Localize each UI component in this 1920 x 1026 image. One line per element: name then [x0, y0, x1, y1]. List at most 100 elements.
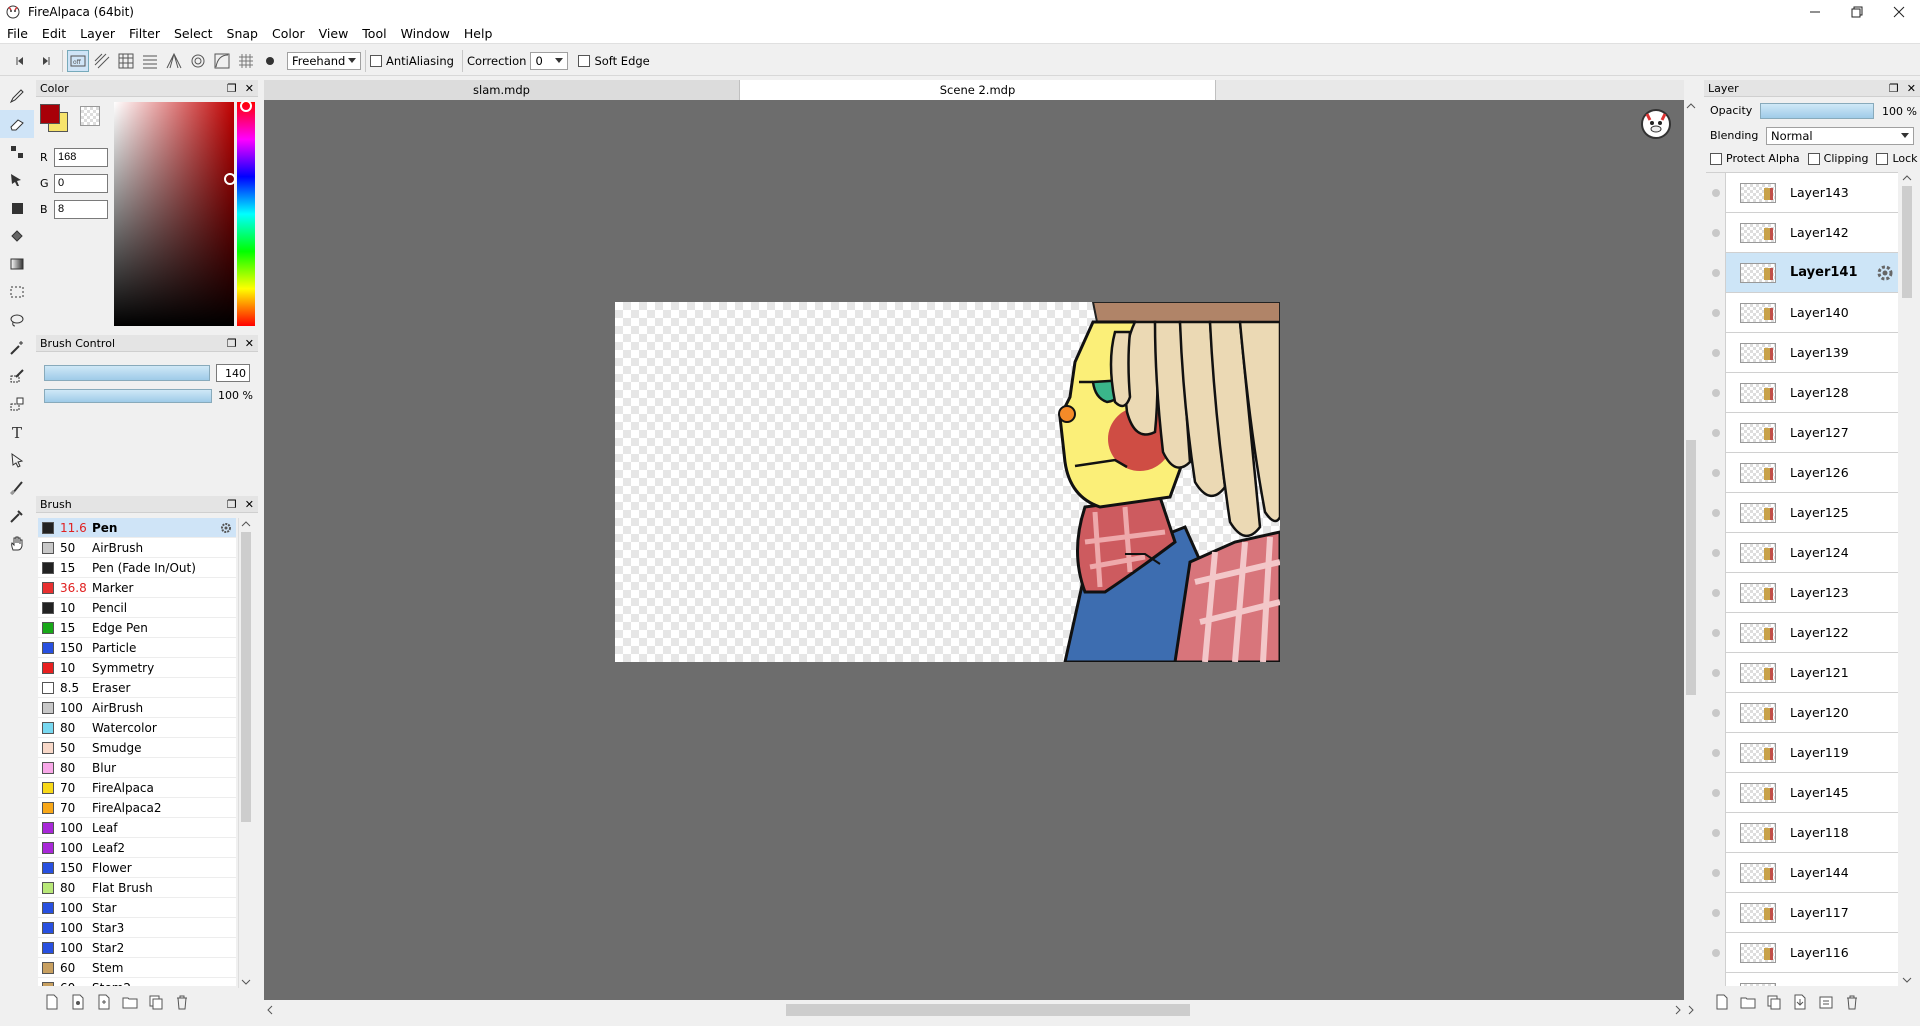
bucket-tool-icon[interactable]	[0, 222, 34, 250]
menu-window[interactable]: Window	[394, 26, 457, 41]
restore-button[interactable]	[1836, 0, 1878, 24]
saturation-value-picker[interactable]	[114, 102, 234, 326]
brush-item[interactable]: 150 Flower	[38, 858, 236, 878]
canvas-horizontal-scrollbar[interactable]	[264, 1000, 1684, 1020]
snap-parallel-icon[interactable]	[91, 50, 113, 72]
visibility-icon[interactable]	[1706, 212, 1726, 253]
divide-tool-icon[interactable]	[0, 474, 34, 502]
brush-list-scrollbar[interactable]	[238, 518, 252, 988]
close-icon[interactable]: ✕	[245, 337, 254, 350]
visibility-icon[interactable]	[1706, 292, 1726, 333]
brush-item[interactable]: 100 AirBrush	[38, 698, 236, 718]
scroll-right-icon[interactable]	[1672, 1000, 1684, 1020]
magic-wand-tool-icon[interactable]	[0, 334, 34, 362]
layer-row[interactable]: Layer124	[1706, 532, 1898, 573]
brush-size-slider[interactable]	[44, 365, 210, 381]
layer-row[interactable]: Layer120	[1706, 692, 1898, 733]
menu-snap[interactable]: Snap	[220, 26, 265, 41]
layer-row[interactable]: Layer117	[1706, 892, 1898, 933]
close-button[interactable]	[1878, 0, 1920, 24]
brush-item[interactable]: 10 Pencil	[38, 598, 236, 618]
layer-row[interactable]: Layer126	[1706, 452, 1898, 493]
hue-handle-icon[interactable]	[237, 100, 255, 114]
brush-item[interactable]: 10 Symmetry	[38, 658, 236, 678]
visibility-icon[interactable]	[1706, 332, 1726, 373]
brush-item[interactable]: 15 Pen (Fade In/Out)	[38, 558, 236, 578]
snap-lines-icon[interactable]	[139, 50, 161, 72]
menu-layer[interactable]: Layer	[73, 26, 122, 41]
undo-icon[interactable]	[10, 50, 32, 72]
gear-icon[interactable]	[220, 522, 232, 534]
brush-item[interactable]: 60 Stem	[38, 958, 236, 978]
canvas-vertical-scrollbar[interactable]	[1684, 100, 1698, 990]
gradient-tool-icon[interactable]	[0, 250, 34, 278]
move-tool-icon[interactable]	[0, 166, 34, 194]
transparent-color-swatch[interactable]	[80, 106, 100, 126]
document-canvas[interactable]	[615, 302, 1280, 662]
layer-row[interactable]: Layer121	[1706, 652, 1898, 693]
merge-down-icon[interactable]	[1792, 994, 1808, 1010]
visibility-icon[interactable]	[1706, 652, 1726, 693]
layer-row[interactable]: Layer142	[1706, 212, 1898, 253]
scroll-thumb[interactable]	[1902, 186, 1912, 298]
brush-settings-icon[interactable]	[70, 994, 86, 1010]
close-icon[interactable]: ✕	[245, 498, 254, 511]
snap-off-icon[interactable]: off	[67, 49, 89, 72]
scroll-down-icon[interactable]	[239, 976, 253, 988]
protect-alpha-checkbox[interactable]	[1710, 152, 1722, 165]
snap-concentric-icon[interactable]	[187, 50, 209, 72]
scroll-thumb[interactable]	[1686, 440, 1696, 695]
brush-item[interactable]: 50 Smudge	[38, 738, 236, 758]
visibility-icon[interactable]	[1706, 612, 1726, 653]
fill-tool-icon[interactable]	[0, 194, 34, 222]
layer-opacity-slider[interactable]	[1760, 103, 1874, 119]
draw-mode-dropdown[interactable]: Freehand	[287, 51, 361, 70]
layer-row[interactable]: Layer122	[1706, 612, 1898, 653]
scroll-up-icon[interactable]	[1684, 100, 1698, 112]
layer-row[interactable]: Layer123	[1706, 572, 1898, 613]
brush-item[interactable]: 36.8 Marker	[38, 578, 236, 598]
primary-color-swatch[interactable]	[40, 104, 60, 124]
scroll-thumb[interactable]	[241, 532, 251, 822]
eyedropper-tool-icon[interactable]	[0, 502, 34, 530]
scroll-up-icon[interactable]	[239, 518, 253, 530]
brush-item[interactable]: 11.6 Pen	[38, 518, 236, 538]
layer-row[interactable]: Layer141	[1706, 252, 1898, 293]
b-input[interactable]	[54, 199, 108, 219]
scroll-thumb[interactable]	[786, 1004, 1190, 1016]
layer-row[interactable]: Layer116	[1706, 932, 1898, 973]
snap-3d-icon[interactable]	[235, 50, 257, 72]
hand-tool-icon[interactable]	[0, 530, 34, 558]
menu-file[interactable]: File	[0, 26, 35, 41]
layer-row[interactable]: Layer118	[1706, 812, 1898, 853]
snap-perspective-icon[interactable]	[163, 50, 185, 72]
scroll-down-icon[interactable]	[1900, 974, 1914, 986]
soft-edge-checkbox[interactable]	[578, 54, 591, 67]
visibility-icon[interactable]	[1706, 572, 1726, 613]
operation-tool-icon[interactable]	[0, 446, 34, 474]
visibility-icon[interactable]	[1706, 492, 1726, 533]
visibility-icon[interactable]	[1706, 252, 1726, 293]
g-input[interactable]	[54, 173, 108, 193]
lasso-tool-icon[interactable]	[0, 306, 34, 334]
scroll-up-icon[interactable]	[1900, 172, 1914, 184]
redo-icon[interactable]	[34, 50, 56, 72]
brush-opacity-slider[interactable]	[44, 389, 212, 403]
duplicate-brush-icon[interactable]	[96, 994, 112, 1010]
folder-icon[interactable]	[122, 994, 138, 1010]
visibility-icon[interactable]	[1706, 892, 1726, 933]
layer-row[interactable]: Layer128	[1706, 372, 1898, 413]
select-pen-tool-icon[interactable]	[0, 362, 34, 390]
brush-item[interactable]: 50 AirBrush	[38, 538, 236, 558]
new-layer-icon[interactable]	[1714, 994, 1730, 1010]
layer-row[interactable]: Layer145	[1706, 772, 1898, 813]
visibility-icon[interactable]	[1706, 852, 1726, 893]
hue-slider[interactable]	[237, 102, 255, 326]
lock-checkbox[interactable]	[1876, 152, 1889, 165]
float-icon[interactable]: ❐	[227, 82, 237, 95]
clipping-checkbox[interactable]	[1807, 152, 1820, 165]
brush-item[interactable]: 15 Edge Pen	[38, 618, 236, 638]
menu-help[interactable]: Help	[457, 26, 500, 41]
brush-item[interactable]: 100 Star	[38, 898, 236, 918]
menu-edit[interactable]: Edit	[35, 26, 73, 41]
